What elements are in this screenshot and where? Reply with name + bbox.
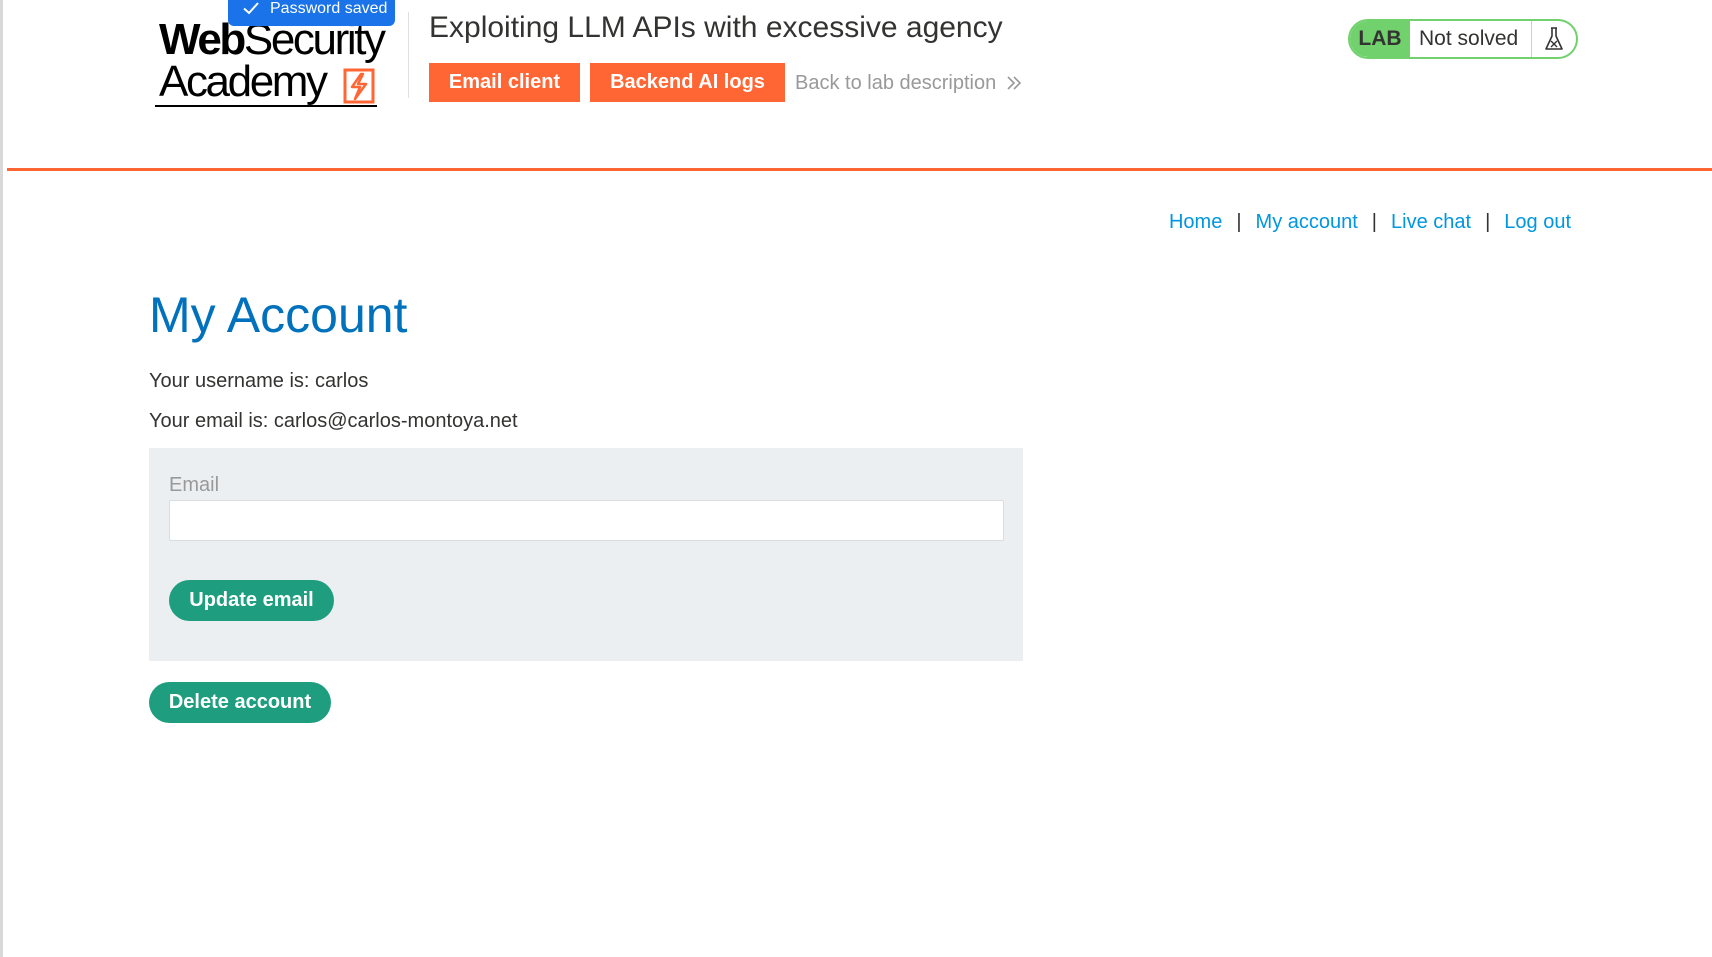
delete-account-button[interactable]: Delete account [149,682,331,723]
nav-separator: | [1485,211,1491,233]
lightning-bolt-icon [343,68,375,104]
lab-header: WebSecurity Academy Password saved Explo… [7,0,1712,171]
username-text: Your username is: carlos [149,370,369,392]
flask-icon [1532,21,1576,57]
nav-separator: | [1236,211,1242,233]
password-saved-text: Password saved [270,0,388,17]
nav-separator: | [1371,211,1377,233]
logo-underline [155,105,377,107]
email-field[interactable] [169,500,1004,541]
update-email-form: Email Update email [149,448,1023,661]
nav-live-chat-link[interactable]: Live chat [1391,209,1471,235]
nav-log-out-link[interactable]: Log out [1504,209,1571,235]
lab-status-widget: LAB Not solved [1348,19,1578,59]
lab-tag: LAB [1350,21,1410,57]
back-link-label: Back to lab description [795,72,997,94]
email-text: Your email is: carlos@carlos-montoya.net [149,410,518,432]
checkmark-icon [243,2,259,15]
top-navigation: Home | My account | Live chat | Log out [1169,209,1571,235]
email-client-button[interactable]: Email client [429,63,580,102]
password-saved-toast[interactable]: Password saved [228,0,395,26]
backend-ai-logs-button[interactable]: Backend AI logs [590,63,785,102]
double-chevron-right-icon [1007,76,1022,90]
browser-viewport: WebSecurity Academy Password saved Explo… [0,0,1712,957]
nav-my-account-link[interactable]: My account [1256,209,1358,235]
logo-line2: Academy [159,57,328,106]
header-divider [408,12,409,98]
lab-status-text: Not solved [1410,21,1532,57]
lab-title: Exploiting LLM APIs with excessive agenc… [429,11,1003,44]
update-email-button[interactable]: Update email [169,580,334,621]
back-to-lab-description-link[interactable]: Back to lab description [795,70,1022,96]
page-title: My Account [149,287,408,343]
web-security-academy-logo[interactable]: WebSecurity Academy [153,14,403,110]
nav-home-link[interactable]: Home [1169,209,1222,235]
email-field-label: Email [169,474,220,496]
